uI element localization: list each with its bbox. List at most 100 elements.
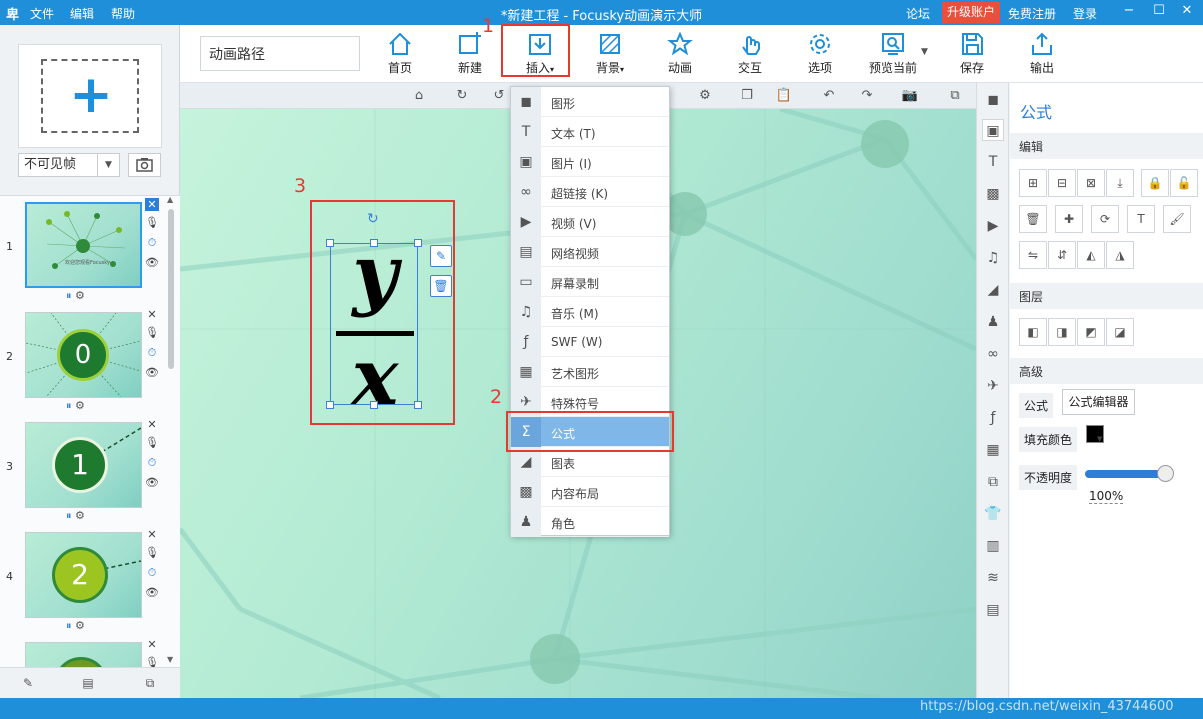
edit-note-icon[interactable]: ✎ — [18, 676, 38, 690]
menu-item-text[interactable]: T 文本 (T) — [511, 117, 669, 147]
frame-visibility-select[interactable]: 不可见帧 ▼ — [18, 153, 120, 177]
free-register-link[interactable]: 免费注册 — [1008, 5, 1056, 22]
menu-help[interactable]: 帮助 — [111, 5, 135, 22]
scroll-down-icon[interactable]: ▼ — [167, 655, 173, 664]
slide-thumbnail[interactable]: 0 — [25, 312, 142, 398]
unlock-icon[interactable]: 🔓 — [1170, 169, 1198, 197]
copy-icon[interactable]: ❐ — [738, 88, 756, 103]
home-view-icon[interactable]: ⌂ — [410, 88, 428, 103]
menu-item-link[interactable]: ∞ 超链接 (K) — [511, 177, 669, 207]
menu-edit[interactable]: 编辑 — [70, 5, 94, 22]
text-icon[interactable]: T — [982, 151, 1004, 173]
edit-formula-icon[interactable]: ✎ — [430, 245, 452, 267]
rotate-handle-icon[interactable]: ↻ — [367, 211, 379, 227]
fit-screen-icon[interactable]: ⧉ — [946, 88, 964, 103]
eye-icon[interactable]: 👁 — [145, 256, 159, 269]
resize-handle-bottom-right[interactable] — [414, 401, 422, 409]
microphone-icon[interactable]: 🎙 — [145, 436, 159, 449]
delete-slide-icon[interactable]: ✕ — [145, 418, 159, 431]
menu-item-music[interactable]: ♫ 音乐 (M) — [511, 297, 669, 327]
bookmark-list-icon[interactable]: ▤ — [78, 676, 98, 690]
lock-icon[interactable]: 🔒 — [1141, 169, 1169, 197]
settings-small-icon[interactable]: ⚙ — [696, 88, 714, 103]
send-to-back-icon[interactable]: ◪ — [1106, 318, 1134, 346]
brush-icon[interactable]: 🖌 — [1163, 205, 1191, 233]
options-button[interactable]: 选项 — [792, 29, 848, 79]
panel-layout-icon[interactable]: ▥ — [982, 535, 1004, 557]
save-button[interactable]: 保存 — [944, 29, 1000, 79]
timer-icon[interactable]: ⏱ — [145, 566, 159, 580]
layout-icon[interactable]: ▩ — [982, 183, 1004, 205]
microphone-icon[interactable]: 🎙 — [145, 326, 159, 339]
undo-icon[interactable]: ↶ — [820, 88, 838, 103]
video-icon[interactable]: ▶ — [982, 215, 1004, 237]
rotate-right-icon[interactable]: ↻ — [453, 88, 471, 103]
settings-gear-icon[interactable]: ⚙ — [75, 399, 85, 412]
menu-item-video[interactable]: ▶ 视频 (V) — [511, 207, 669, 237]
menu-item-youtube[interactable]: ▤ 网络视频 — [511, 237, 669, 267]
selection-box[interactable] — [330, 243, 418, 405]
chevron-down-icon[interactable]: ▼ — [1097, 435, 1102, 443]
ungroup-icon[interactable]: ⊠ — [1077, 169, 1105, 197]
upgrade-account-button[interactable]: 升级账户 — [942, 2, 1000, 23]
layers-icon[interactable]: ≋ — [982, 567, 1004, 589]
frame-transform-icon[interactable]: ⧉ — [140, 676, 160, 691]
login-link[interactable]: 登录 — [1073, 5, 1097, 22]
slide-item[interactable]: 1 欢迎您观看Focusky ✕ 🎙 ⏱ 👁 ⏸ ⚙ — [0, 198, 180, 308]
plus-icon[interactable]: ✚ — [1055, 205, 1083, 233]
slide-item[interactable]: 3 1 ✕ 🎙 ⏱ 👁 ⏸ ⚙ — [0, 418, 180, 528]
pause-icon[interactable]: ⏸ — [66, 289, 72, 302]
menu-item-shape[interactable]: ◼ 图形 — [511, 87, 669, 117]
preview-dropdown-icon[interactable]: ▼ — [921, 47, 928, 57]
resize-handle-top-right[interactable] — [414, 239, 422, 247]
delete-slide-icon[interactable]: ✕ — [145, 528, 159, 541]
background-button[interactable]: 背景▾ — [582, 29, 638, 79]
slide-thumbnail[interactable]: 欢迎您观看Focusky — [25, 202, 142, 288]
resize-handle-bottom[interactable] — [370, 401, 378, 409]
opacity-value[interactable]: 100% — [1089, 489, 1124, 504]
menu-item-swf[interactable]: ƒ SWF (W) — [511, 327, 669, 357]
shape-icon[interactable]: ◼ — [982, 89, 1004, 111]
settings-gear-icon[interactable]: ⚙ — [75, 619, 85, 632]
forum-link[interactable]: 论坛 — [906, 5, 930, 22]
music-icon[interactable]: ♫ — [982, 247, 1004, 269]
delete-object-icon[interactable]: 🗑 — [430, 275, 452, 297]
close-icon[interactable]: ✕ — [1176, 3, 1198, 18]
chart-icon[interactable]: ◢ — [982, 279, 1004, 301]
group-icon[interactable]: ⊟ — [1048, 169, 1076, 197]
scroll-up-icon[interactable]: ▲ — [167, 195, 173, 204]
shirt-icon[interactable]: 👕 — [982, 503, 1004, 525]
gallery-icon[interactable]: ⧉ — [982, 471, 1004, 493]
align-icon[interactable]: ⊞ — [1019, 169, 1047, 197]
send-backward-icon[interactable]: ◩ — [1077, 318, 1105, 346]
art-shape-icon[interactable]: ▦ — [982, 439, 1004, 461]
minimize-icon[interactable]: − — [1118, 3, 1140, 18]
microphone-icon[interactable]: 🎙 — [145, 216, 159, 229]
timer-icon[interactable]: ⏱ — [145, 346, 159, 360]
resize-handle-bottom-left[interactable] — [326, 401, 334, 409]
menu-file[interactable]: 文件 — [30, 5, 54, 22]
flash-icon[interactable]: ƒ — [982, 407, 1004, 429]
screenshot-camera-icon[interactable]: 📷 — [901, 88, 919, 103]
pause-icon[interactable]: ⏸ — [66, 399, 72, 412]
menu-item-role[interactable]: ♟ 角色 — [511, 507, 669, 537]
scrollbar-thumb[interactable] — [168, 209, 174, 369]
resize-handle-top-left[interactable] — [326, 239, 334, 247]
export-button[interactable]: 输出 — [1014, 29, 1070, 79]
home-button[interactable]: 首页 — [372, 29, 428, 79]
plane-icon[interactable]: ✈ — [982, 375, 1004, 397]
menu-item-screen-record[interactable]: ▭ 屏幕录制 — [511, 267, 669, 297]
slide-thumbnail[interactable]: 1 — [25, 422, 142, 508]
camera-button[interactable] — [128, 153, 161, 177]
download-icon[interactable]: ⤓ — [1106, 169, 1134, 197]
interaction-button[interactable]: 交互 — [722, 29, 778, 79]
formula-editor-button[interactable]: 公式编辑器 — [1062, 389, 1135, 415]
maximize-icon[interactable]: ☐ — [1148, 3, 1170, 18]
settings-gear-icon[interactable]: ⚙ — [75, 509, 85, 522]
flip-vertical-icon[interactable]: ⇵ — [1048, 241, 1076, 269]
mirror-right-icon[interactable]: ◮ — [1106, 241, 1134, 269]
eye-icon[interactable]: 👁 — [145, 586, 159, 599]
delete-slide-icon[interactable]: ✕ — [145, 638, 159, 651]
text-style-icon[interactable]: T — [1127, 205, 1155, 233]
link-icon[interactable]: ∞ — [982, 343, 1004, 365]
